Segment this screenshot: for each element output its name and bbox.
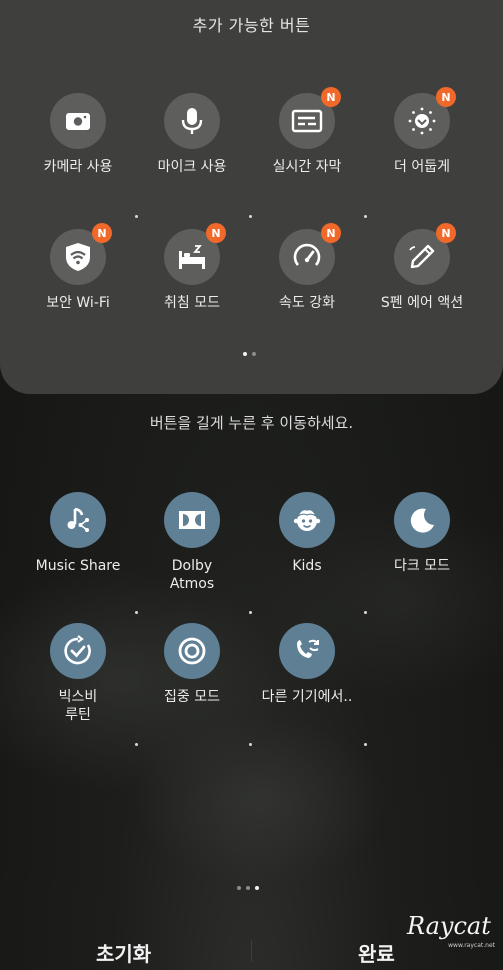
pen-icon: N bbox=[394, 223, 456, 285]
new-badge: N bbox=[321, 223, 341, 243]
tile-live-caption[interactable]: N 실시간 자막 bbox=[251, 87, 363, 176]
page-dot-active bbox=[255, 886, 259, 890]
focus-icon bbox=[164, 623, 220, 679]
watermark-signature: Raycat bbox=[407, 912, 491, 940]
new-badge: N bbox=[206, 223, 226, 243]
tile-dark-mode[interactable]: 다크 모드 bbox=[366, 492, 478, 575]
grid-dot bbox=[135, 611, 138, 614]
live-caption-icon: N bbox=[279, 87, 341, 149]
new-badge: N bbox=[92, 223, 112, 243]
new-badge: N bbox=[436, 87, 456, 107]
tile-label: S펜 에어 액션 bbox=[380, 295, 464, 311]
grid-dot bbox=[249, 611, 252, 614]
panel-title: 추가 가능한 버튼 bbox=[192, 16, 311, 35]
tile-secure-wifi[interactable]: N 보안 Wi-Fi bbox=[22, 223, 134, 312]
tile-kids[interactable]: Kids bbox=[251, 492, 363, 575]
microphone-icon bbox=[164, 93, 220, 149]
speedometer-icon: N bbox=[279, 223, 341, 285]
bottom-page-indicator bbox=[237, 886, 259, 890]
tile-label: 빅스비 루틴 bbox=[58, 689, 98, 723]
new-badge: N bbox=[321, 87, 341, 107]
tile-label: 카메라 사용 bbox=[43, 159, 113, 175]
page-dot bbox=[252, 352, 256, 356]
tile-label: Kids bbox=[292, 558, 322, 574]
bixby-routine-icon bbox=[50, 623, 106, 679]
done-button[interactable]: 완료 bbox=[358, 938, 395, 967]
tile-spen-air-action[interactable]: N S펜 에어 액션 bbox=[366, 223, 478, 312]
tile-label: 실시간 자막 bbox=[272, 159, 342, 175]
music-share-icon bbox=[50, 492, 106, 548]
secure-wifi-icon: N bbox=[50, 223, 112, 285]
tile-label: 보안 Wi-Fi bbox=[46, 295, 110, 311]
tile-bedtime-mode[interactable]: N 취침 모드 bbox=[136, 223, 248, 312]
tile-label: 속도 강화 bbox=[279, 295, 335, 311]
tile-label: 집중 모드 bbox=[164, 689, 220, 705]
tile-dolby-atmos[interactable]: Dolby Atmos bbox=[136, 492, 248, 593]
kids-icon bbox=[279, 492, 335, 548]
camera-icon bbox=[50, 93, 106, 149]
reset-button[interactable]: 초기화 bbox=[96, 938, 151, 967]
tile-speed-boost[interactable]: N 속도 강화 bbox=[251, 223, 363, 312]
tile-extra-dim[interactable]: N 더 어둡게 bbox=[366, 87, 478, 176]
tile-label: 더 어둡게 bbox=[394, 159, 450, 175]
grid-dot bbox=[249, 743, 252, 746]
tile-camera-access[interactable]: 카메라 사용 bbox=[22, 93, 134, 176]
bed-icon: N bbox=[164, 223, 226, 285]
dolby-icon bbox=[164, 492, 220, 548]
grid-dot bbox=[249, 215, 252, 218]
tile-label: 다른 기기에서.. bbox=[261, 689, 353, 705]
new-badge: N bbox=[436, 223, 456, 243]
moon-icon bbox=[394, 492, 450, 548]
call-transfer-icon bbox=[279, 623, 335, 679]
button-divider bbox=[251, 940, 252, 962]
grid-dot bbox=[364, 215, 367, 218]
grid-dot bbox=[364, 611, 367, 614]
page-dot bbox=[237, 886, 241, 890]
tile-bixby-routines[interactable]: 빅스비 루틴 bbox=[22, 623, 134, 724]
tile-label: Music Share bbox=[35, 558, 121, 574]
tile-label: 다크 모드 bbox=[394, 558, 450, 574]
watermark-url: www.raycat.net bbox=[448, 942, 495, 949]
grid-dot bbox=[364, 743, 367, 746]
drag-hint: 버튼을 길게 누른 후 이동하세요. bbox=[149, 414, 354, 432]
tile-music-share[interactable]: Music Share bbox=[22, 492, 134, 575]
grid-dot bbox=[135, 215, 138, 218]
available-buttons-panel: 추가 가능한 버튼 카메라 사용 마이크 사용 N 실시간 자막 N 더 어둡게… bbox=[0, 0, 503, 394]
page-dot-active bbox=[243, 352, 247, 356]
grid-dot bbox=[135, 743, 138, 746]
tile-microphone-access[interactable]: 마이크 사용 bbox=[136, 93, 248, 176]
extra-dim-icon: N bbox=[394, 87, 456, 149]
watermark: Raycat www.raycat.net bbox=[407, 912, 497, 962]
page-dot bbox=[246, 886, 250, 890]
tile-label: 취침 모드 bbox=[164, 295, 220, 311]
top-page-indicator bbox=[243, 352, 256, 356]
tile-focus-mode[interactable]: 집중 모드 bbox=[136, 623, 248, 706]
tile-call-on-other-devices[interactable]: 다른 기기에서.. bbox=[251, 623, 363, 706]
tile-label: 마이크 사용 bbox=[157, 159, 227, 175]
tile-label: Dolby Atmos bbox=[169, 558, 215, 592]
